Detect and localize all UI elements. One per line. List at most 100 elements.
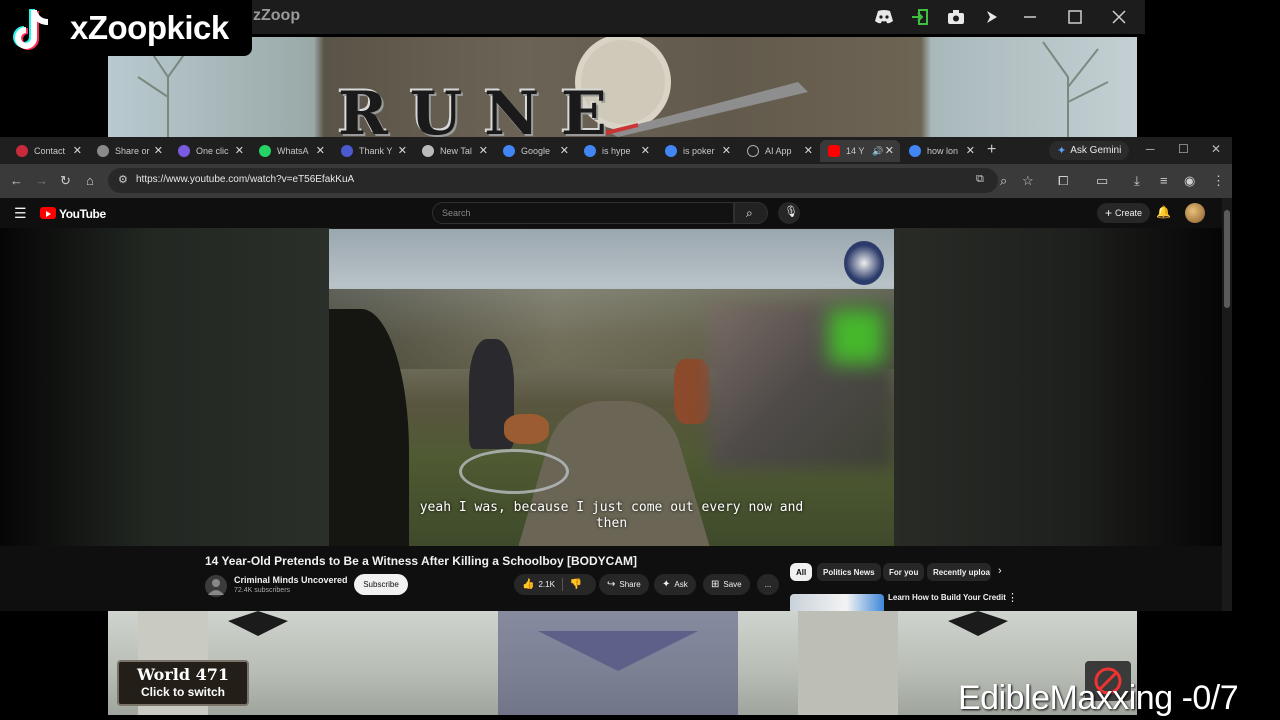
close-icon[interactable] (1108, 6, 1130, 28)
tab-ai-app[interactable]: AI App ✕ (739, 140, 819, 162)
login-icon[interactable] (909, 6, 931, 28)
new-tab-button[interactable]: + (987, 141, 996, 159)
home-icon[interactable]: ⌂ (86, 173, 94, 188)
tab-close-icon[interactable]: ✕ (804, 144, 813, 157)
video-bag-person (674, 359, 710, 424)
page-scrollbar[interactable] (1222, 198, 1232, 611)
address-bar[interactable]: ⚙ https://www.youtube.com/watch?v=eT56Ef… (108, 168, 998, 193)
tab-strip: Contact ✕ Share or ✕ One clic ✕ WhatsA ✕ Tha… (0, 137, 1232, 164)
tab-contact[interactable]: Contact ✕ (8, 140, 88, 162)
search-button[interactable]: ⌕ (734, 202, 768, 224)
subscribe-button[interactable]: Subscribe (354, 574, 408, 595)
like-dislike-group: 👍 2.1K 👎 (514, 574, 596, 595)
channel-name[interactable]: Criminal Minds Uncovered (234, 575, 348, 585)
tab-new-tab[interactable]: New Tal ✕ (414, 140, 494, 162)
side-panel-icon[interactable]: ▭ (1096, 173, 1108, 189)
tab-favicon-icon (16, 145, 28, 157)
tab-is-hype[interactable]: is hype ✕ (576, 140, 656, 162)
tab-google[interactable]: Google ✕ (495, 140, 575, 162)
zoom-icon[interactable]: ⌕ (1000, 173, 1007, 189)
gemini-icon: ✦ (1057, 145, 1067, 157)
hamburger-menu-icon[interactable]: ☰ (14, 205, 27, 222)
tab-close-icon[interactable]: ✕ (398, 144, 407, 157)
youtube-page: ☰ YouTube Search ⌕ 🎙 + Create 🔔 yeah I w… (0, 198, 1232, 611)
arrow-right-icon[interactable] (981, 6, 1003, 28)
channel-avatar[interactable] (205, 575, 227, 597)
video-subtitles: yeah I was, because I just come out ever… (329, 500, 894, 532)
chip-politics-news[interactable]: Politics News (817, 563, 881, 581)
world-switcher[interactable]: World 471 Click to switch (117, 660, 249, 706)
tab-close-icon[interactable]: ✕ (154, 144, 163, 157)
thumbs-down-icon[interactable]: 👎 (570, 579, 582, 590)
media-control-icon[interactable]: ≡ (1160, 173, 1168, 188)
like-button[interactable]: 👍 2.1K (522, 579, 555, 590)
discord-icon[interactable] (873, 6, 895, 28)
video-green-blur (829, 309, 884, 364)
profile-icon[interactable]: ◉ (1184, 173, 1195, 189)
tab-close-icon[interactable]: ✕ (722, 144, 731, 157)
browser-close-icon[interactable]: ✕ (1211, 142, 1221, 156)
create-button[interactable]: + Create (1097, 203, 1151, 223)
back-icon[interactable]: ← (10, 173, 23, 188)
speaker-icon[interactable]: 🔊 (872, 146, 883, 157)
tab-youtube-active[interactable]: 14 Y 🔊 ✕ (820, 140, 900, 162)
save-button[interactable]: ⊞ Save (703, 574, 750, 595)
tab-share[interactable]: Share or ✕ (89, 140, 169, 162)
tab-close-icon[interactable]: ✕ (316, 144, 325, 157)
url-text[interactable]: https://www.youtube.com/watch?v=eT56Efak… (136, 174, 354, 185)
tiktok-watermark: xZoopkick (0, 0, 252, 56)
tab-how-long[interactable]: how lon ✕ (901, 140, 981, 162)
chip-recently-uploaded[interactable]: Recently uploa (927, 563, 991, 581)
video-player[interactable]: yeah I was, because I just come out ever… (329, 229, 894, 547)
tab-is-poker[interactable]: is poker ✕ (657, 140, 737, 162)
camera-icon[interactable] (945, 6, 967, 28)
minimize-icon[interactable] (1019, 6, 1041, 28)
browser-maximize-icon[interactable]: ☐ (1178, 142, 1189, 156)
game-canvas-top[interactable]: RUNE (108, 37, 1137, 137)
chevron-right-icon[interactable]: › (998, 565, 1002, 577)
tab-close-icon[interactable]: ✕ (479, 144, 488, 157)
site-info-icon[interactable]: ⚙ (118, 173, 128, 186)
reload-icon[interactable]: ↻ (60, 173, 71, 189)
youtube-logo-text[interactable]: YouTube (59, 207, 106, 221)
tab-close-icon[interactable]: ✕ (73, 144, 82, 157)
youtube-search-input[interactable]: Search (432, 202, 734, 224)
browser-minimize-icon[interactable]: ─ (1146, 142, 1155, 156)
recommended-title[interactable]: Learn How to Build Your Credit (888, 593, 1006, 602)
tab-whatsapp[interactable]: WhatsA ✕ (251, 140, 331, 162)
tab-thank-you[interactable]: Thank Y ✕ (333, 140, 413, 162)
tab-close-icon[interactable]: ✕ (235, 144, 244, 157)
youtube-logo-icon[interactable] (40, 207, 56, 219)
extensions-icon[interactable]: ⧠ (1058, 173, 1068, 189)
create-label: Create (1115, 208, 1143, 218)
tab-one-click[interactable]: One clic ✕ (170, 140, 250, 162)
tab-label: how lon (927, 146, 959, 156)
install-app-icon[interactable]: ⧉ (976, 173, 984, 186)
ask-gemini-button[interactable]: ✦ Ask Gemini (1049, 141, 1130, 160)
browser-menu-icon[interactable]: ⋮ (1212, 173, 1225, 189)
tab-label: AI App (765, 146, 792, 156)
chip-all[interactable]: All (790, 563, 813, 581)
ask-button[interactable]: ✦ Ask (654, 574, 696, 595)
chip-for-you[interactable]: For you (883, 563, 925, 581)
download-icon[interactable]: ⤓ (1134, 173, 1140, 189)
more-actions-button[interactable]: ... (757, 574, 779, 595)
video-info-section: 14 Year-Old Pretends to Be a Witness Aft… (0, 546, 1222, 611)
account-avatar[interactable] (1185, 203, 1205, 223)
maximize-icon[interactable] (1064, 6, 1086, 28)
notifications-bell-icon[interactable]: 🔔 (1156, 205, 1171, 219)
screen: zZoop RUNE xZoopkick Contact ✕ Share or … (0, 0, 1280, 720)
voice-search-button[interactable]: 🎙 (778, 202, 800, 224)
recommended-menu-icon[interactable]: ⋮ (1007, 591, 1018, 604)
tab-close-icon[interactable]: ✕ (560, 144, 569, 157)
recommended-thumbnail[interactable] (790, 594, 884, 611)
tab-close-icon[interactable]: ✕ (885, 144, 894, 157)
scrollbar-thumb[interactable] (1224, 210, 1230, 308)
video-dog (504, 414, 549, 444)
forward-icon[interactable]: → (35, 173, 48, 188)
bookmark-star-icon[interactable]: ☆ (1022, 173, 1034, 189)
share-button[interactable]: ↪ Share (599, 574, 649, 595)
tab-favicon-icon (503, 145, 515, 157)
tab-close-icon[interactable]: ✕ (966, 144, 975, 157)
tab-close-icon[interactable]: ✕ (641, 144, 650, 157)
